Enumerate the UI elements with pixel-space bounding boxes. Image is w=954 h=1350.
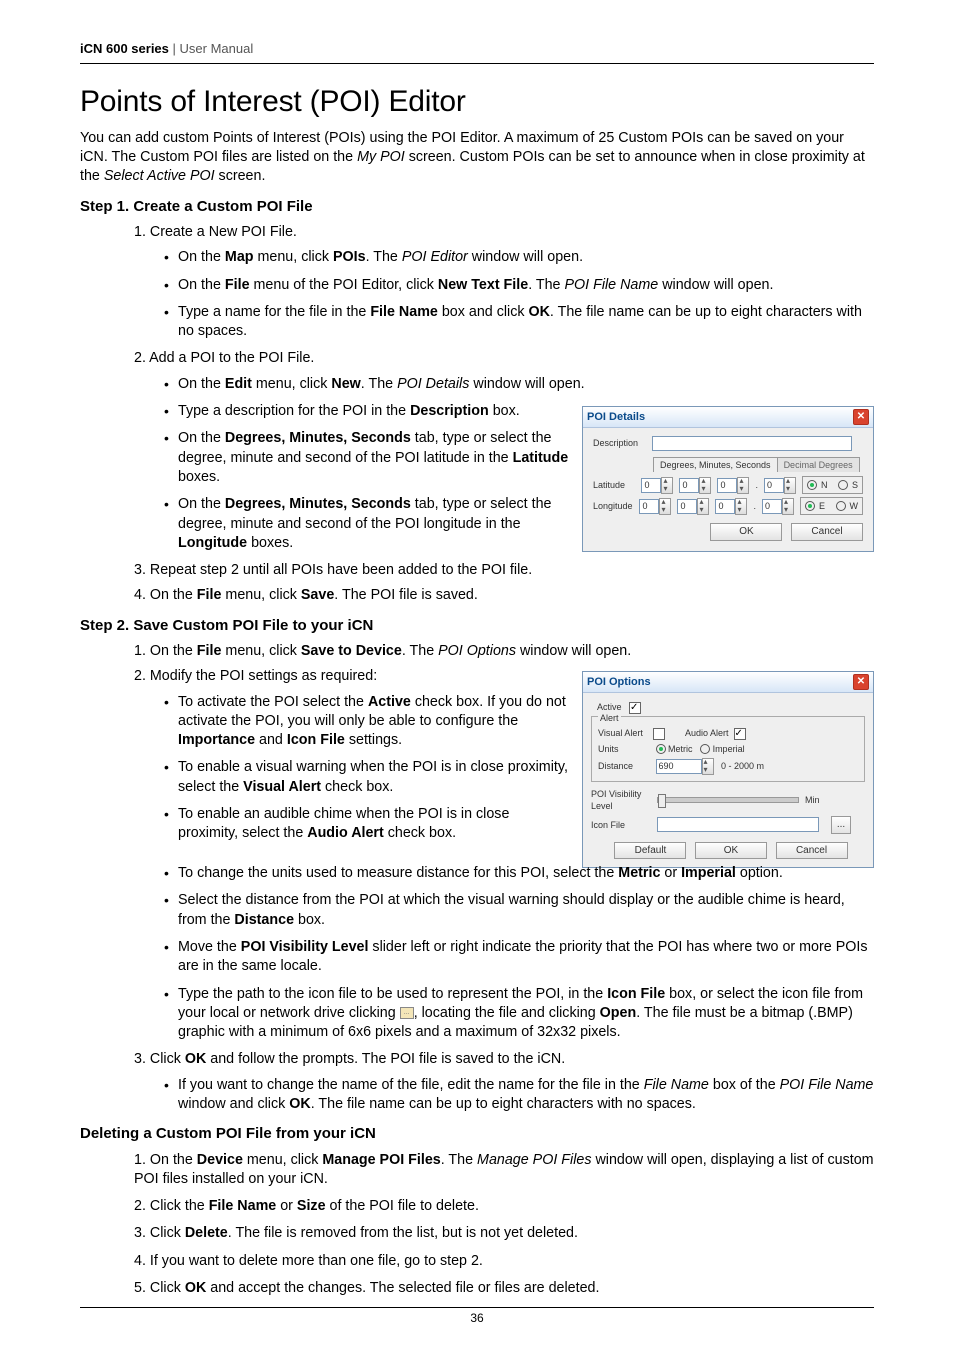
page-header: iCN 600 series | User Manual <box>80 40 874 64</box>
step2-title: Step 2. Save Custom POI File to your iCN <box>80 616 874 636</box>
cancel-button[interactable]: Cancel <box>791 523 863 541</box>
cancel-button[interactable]: Cancel <box>776 842 848 860</box>
step2-b5: Select the distance from the POI at whic… <box>164 891 874 930</box>
close-icon[interactable]: ✕ <box>853 409 869 425</box>
step2-b6: Move the POI Visibility Level slider lef… <box>164 938 874 977</box>
step1-b2: On the File menu of the POI Editor, clic… <box>164 276 874 295</box>
distance-range: 0 - 2000 m <box>721 761 764 771</box>
step2-sub1: 1. On the File menu, click Save to Devic… <box>134 642 874 661</box>
step2-b7: Type the path to the icon file to be use… <box>164 985 874 1043</box>
latitude-label: Latitude <box>593 479 635 491</box>
step2-b1: To activate the POI select the Active ch… <box>164 693 572 751</box>
iconfile-label: Icon File <box>591 819 651 831</box>
visual-alert-label: Visual Alert <box>598 727 653 739</box>
lat-min[interactable]: 0 <box>679 477 711 494</box>
lon-ew-radio[interactable]: E W <box>800 497 863 515</box>
del-s3: 3. Click Delete. The file is removed fro… <box>134 1224 874 1243</box>
metric-radio[interactable] <box>656 744 666 754</box>
header-series: iCN 600 series <box>80 41 169 56</box>
ok-button[interactable]: OK <box>695 842 767 860</box>
step1-b7: On the Degrees, Minutes, Seconds tab, ty… <box>164 495 572 553</box>
page-title: Points of Interest (POI) Editor <box>80 82 874 123</box>
lon-min[interactable]: 0 <box>677 498 709 515</box>
intro-paragraph: You can add custom Points of Interest (P… <box>80 129 874 187</box>
audio-alert-checkbox[interactable] <box>734 728 746 740</box>
step1-b6: On the Degrees, Minutes, Seconds tab, ty… <box>164 429 572 487</box>
step2-b8: If you want to change the name of the fi… <box>164 1076 874 1115</box>
step1-b1: On the Map menu, click POIs. The POI Edi… <box>164 248 874 267</box>
lon-sec1[interactable]: 0 <box>715 498 747 515</box>
browse-button[interactable]: ... <box>831 816 851 834</box>
del-s2: 2. Click the File Name or Size of the PO… <box>134 1197 874 1216</box>
active-checkbox[interactable] <box>629 702 641 714</box>
poi-details-title: POI Details <box>587 410 645 425</box>
poi-options-title: POI Options <box>587 675 651 690</box>
step1-title: Step 1. Create a Custom POI File <box>80 197 874 217</box>
close-icon[interactable]: ✕ <box>853 674 869 690</box>
visibility-slider[interactable] <box>657 797 799 803</box>
lat-ns-radio[interactable]: N S <box>802 476 863 494</box>
description-label: Description <box>593 437 649 449</box>
poi-options-dialog: POI Options ✕ Active Alert Visual Alert <box>582 671 874 868</box>
tab-decimal[interactable]: Decimal Degrees <box>777 457 860 472</box>
lat-sec1[interactable]: 0 <box>717 477 749 494</box>
browse-icon: ... <box>400 1007 414 1019</box>
header-doc: User Manual <box>180 41 254 56</box>
visual-alert-checkbox[interactable] <box>653 728 665 740</box>
distance-label: Distance <box>598 760 653 772</box>
delete-title: Deleting a Custom POI File from your iCN <box>80 1124 874 1144</box>
lon-deg[interactable]: 0 <box>639 498 671 515</box>
longitude-label: Longitude <box>593 500 633 512</box>
audio-alert-label: Audio Alert <box>685 727 729 739</box>
step1-sub2: 2. Add a POI to the POI File. <box>134 349 874 368</box>
step1-sub1: 1. Create a New POI File. <box>134 223 874 242</box>
step2-sub2: 2. Modify the POI settings as required: <box>134 667 572 686</box>
lon-sec2[interactable]: 0 <box>762 498 794 515</box>
units-label: Units <box>598 743 653 755</box>
lat-deg[interactable]: 0 <box>641 477 673 494</box>
step2-b3: To enable an audible chime when the POI … <box>164 805 572 844</box>
del-s1: 1. On the Device menu, click Manage POI … <box>134 1151 874 1190</box>
step2-sub3: 3. Click OK and follow the prompts. The … <box>134 1050 874 1069</box>
step1-b5: Type a description for the POI in the De… <box>164 402 572 421</box>
step1-sub3: 3. Repeat step 2 until all POIs have bee… <box>134 561 874 580</box>
lat-sec2[interactable]: 0 <box>764 477 796 494</box>
del-s4: 4. If you want to delete more than one f… <box>134 1252 874 1271</box>
step1-b3: Type a name for the file in the File Nam… <box>164 303 874 342</box>
step2-b4: To change the units used to measure dist… <box>164 864 874 883</box>
page-number: 36 <box>0 1307 954 1326</box>
default-button[interactable]: Default <box>614 842 686 860</box>
description-input[interactable] <box>652 436 852 451</box>
iconfile-input[interactable] <box>657 817 819 832</box>
visibility-label: POI Visibility Level <box>591 788 651 812</box>
ok-button[interactable]: OK <box>710 523 782 541</box>
poi-details-dialog: POI Details ✕ Description Degrees, Minut… <box>582 406 874 552</box>
header-sep: | <box>169 41 180 56</box>
step1-sub4: 4. On the File menu, click Save. The POI… <box>134 586 874 605</box>
visibility-min: Min <box>805 794 820 806</box>
step2-b2: To enable a visual warning when the POI … <box>164 758 572 797</box>
tab-dms[interactable]: Degrees, Minutes, Seconds <box>653 457 778 472</box>
step1-b4: On the Edit menu, click New. The POI Det… <box>164 375 874 394</box>
distance-input[interactable]: 690 <box>656 758 714 775</box>
active-label: Active <box>597 702 622 712</box>
del-s5: 5. Click OK and accept the changes. The … <box>134 1279 874 1298</box>
imperial-radio[interactable] <box>700 744 710 754</box>
alert-legend: Alert <box>598 712 621 724</box>
